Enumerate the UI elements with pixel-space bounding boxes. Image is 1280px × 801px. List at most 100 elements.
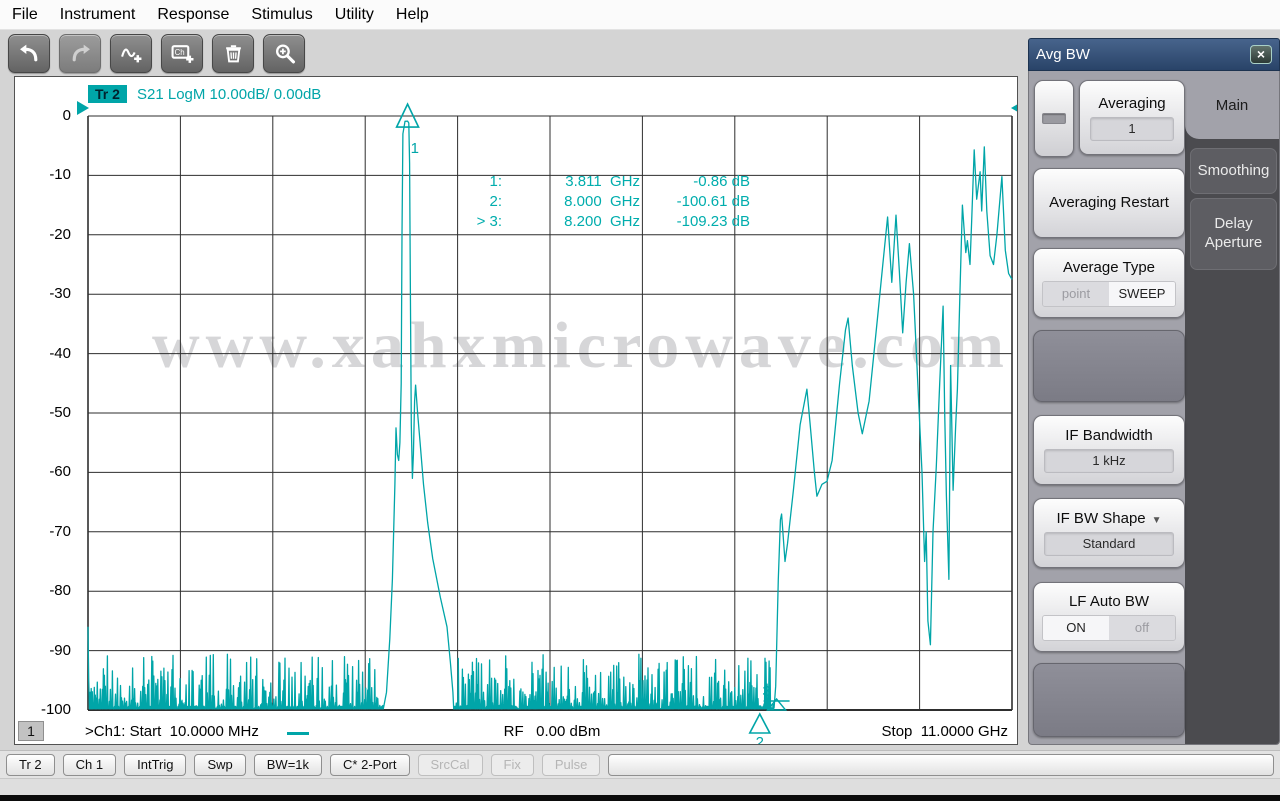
averaging-label: Averaging bbox=[1098, 94, 1166, 112]
chevron-down-icon[interactable]: ▼ bbox=[1152, 515, 1162, 526]
status-button-c-2-port[interactable]: C* 2-Port bbox=[330, 753, 410, 776]
marker-value: -109.23 dB bbox=[676, 213, 750, 230]
redo-icon bbox=[69, 43, 92, 64]
panel-body: Main Smoothing Delay Aperture Averaging … bbox=[1028, 71, 1280, 745]
delete-button[interactable] bbox=[212, 33, 254, 73]
trace-title: S21 LogM 10.00dB/ 0.00dB bbox=[137, 86, 322, 103]
marker-1[interactable]: 1 bbox=[395, 102, 420, 157]
status-button-swp[interactable]: Swp bbox=[194, 753, 246, 776]
status-button-srccal[interactable]: SrcCal bbox=[417, 753, 483, 776]
y-axis-label: -60 bbox=[49, 463, 71, 481]
lf-auto-bw-option-off[interactable]: off bbox=[1109, 616, 1175, 640]
marker-frequency: 8.200 GHz bbox=[564, 213, 640, 230]
menu-instrument[interactable]: Instrument bbox=[60, 6, 136, 24]
add-trace-button[interactable] bbox=[110, 33, 152, 73]
channel-number-badge[interactable]: 1 bbox=[18, 721, 44, 741]
marker-frequency: 8.000 GHz bbox=[564, 193, 640, 210]
average-type-button[interactable]: Average Type point SWEEP bbox=[1033, 248, 1185, 318]
svg-text:3: 3 bbox=[762, 683, 770, 700]
if-bandwidth-label: IF Bandwidth bbox=[1065, 427, 1153, 444]
tab-delay-aperture[interactable]: Delay Aperture bbox=[1190, 198, 1277, 270]
average-type-option-sweep[interactable]: SWEEP bbox=[1109, 282, 1175, 306]
marker-id: 1: bbox=[489, 173, 502, 190]
status-button-tr-2[interactable]: Tr 2 bbox=[6, 753, 55, 776]
redo-button[interactable] bbox=[59, 33, 101, 73]
if-bandwidth-button[interactable]: IF Bandwidth 1 kHz bbox=[1033, 415, 1185, 485]
trace-badge[interactable]: Tr 2 bbox=[88, 85, 127, 103]
lf-auto-bw-button[interactable]: LF Auto BW ON off bbox=[1033, 582, 1185, 652]
blank-softkey-1 bbox=[1033, 330, 1185, 402]
stop-frequency-label[interactable]: Stop 11.0000 GHz bbox=[808, 723, 1008, 740]
averaging-value[interactable]: 1 bbox=[1090, 116, 1174, 141]
panel-header[interactable]: Avg BW × bbox=[1028, 38, 1280, 71]
marker-value: -100.61 dB bbox=[676, 193, 750, 210]
bottom-bar bbox=[0, 795, 1280, 801]
menu-help[interactable]: Help bbox=[396, 6, 429, 24]
if-bw-shape-button[interactable]: IF BW Shape ▼ Standard bbox=[1033, 498, 1185, 568]
if-bw-shape-label: IF BW Shape ▼ bbox=[1056, 510, 1162, 527]
trace-color-legend bbox=[287, 732, 309, 735]
panel-title: Avg BW bbox=[1036, 46, 1090, 63]
marker-frequency: 3.811 GHz bbox=[565, 173, 640, 190]
averaging-led-indicator bbox=[1042, 113, 1066, 124]
averaging-button[interactable]: Averaging 1 bbox=[1079, 80, 1185, 155]
menu-response[interactable]: Response bbox=[157, 6, 229, 24]
trace-plus-icon bbox=[120, 43, 143, 64]
y-axis-label: 0 bbox=[62, 107, 71, 124]
lf-auto-bw-toggle[interactable]: ON off bbox=[1042, 615, 1176, 641]
menu-stimulus[interactable]: Stimulus bbox=[251, 6, 312, 24]
menu-bar: File Instrument Response Stimulus Utility Hel… bbox=[0, 0, 1280, 30]
rf-power-label[interactable]: RF 0.00 dBm bbox=[472, 723, 632, 740]
tab-smoothing[interactable]: Smoothing bbox=[1190, 148, 1277, 194]
tab-main[interactable]: Main bbox=[1185, 71, 1279, 139]
status-bar: Tr 2 Ch 1 IntTrig Swp BW=1k C* 2-Port SrcCal Fi… bbox=[0, 750, 1280, 778]
add-channel-button[interactable]: Ch bbox=[161, 33, 203, 73]
reference-level-markers[interactable] bbox=[77, 101, 1018, 115]
status-button-inttrig[interactable]: IntTrig bbox=[124, 753, 187, 776]
marker-readout-row-2: 2: 8.000 GHz -100.61 dB bbox=[400, 192, 750, 212]
if-bw-shape-value[interactable]: Standard bbox=[1044, 532, 1174, 556]
y-axis-label: -80 bbox=[49, 582, 71, 600]
y-axis-label: -70 bbox=[49, 522, 71, 540]
y-axis-label: -40 bbox=[49, 344, 71, 362]
marker-value: -0.86 dB bbox=[693, 173, 750, 190]
panel-tab-column: Main Smoothing Delay Aperture bbox=[1185, 71, 1279, 744]
channel-plus-icon: Ch bbox=[171, 43, 194, 64]
average-type-toggle[interactable]: point SWEEP bbox=[1042, 281, 1176, 307]
average-type-label: Average Type bbox=[1062, 259, 1155, 276]
lf-auto-bw-label: LF Auto BW bbox=[1068, 593, 1150, 610]
svg-text:1: 1 bbox=[411, 140, 419, 157]
if-bandwidth-value[interactable]: 1 kHz bbox=[1044, 449, 1174, 473]
marker-readout: 1: 3.811 GHz -0.86 dB 2: 8.000 GHz -100.61 dB… bbox=[400, 172, 750, 232]
status-button-fix[interactable]: Fix bbox=[490, 753, 534, 776]
y-axis-label: -50 bbox=[49, 404, 71, 421]
blank-softkey-2 bbox=[1033, 663, 1185, 737]
lf-auto-bw-option-on[interactable]: ON bbox=[1043, 616, 1109, 640]
close-icon[interactable]: × bbox=[1250, 45, 1272, 64]
marker-readout-row-3: > 3: 8.200 GHz -109.23 dB bbox=[400, 212, 750, 232]
status-button-bw-1k[interactable]: BW=1k bbox=[253, 753, 323, 776]
status-strip bbox=[0, 778, 1280, 796]
status-field-empty[interactable] bbox=[608, 753, 1274, 776]
undo-icon bbox=[18, 43, 41, 64]
zoom-button[interactable] bbox=[263, 33, 305, 73]
plot-window: Tr 2 S21 LogM 10.00dB/ 0.00dB 0 -10 -20 -30… bbox=[14, 76, 1018, 745]
averaging-enable-button[interactable] bbox=[1034, 80, 1074, 157]
magnifier-plus-icon bbox=[273, 43, 296, 64]
status-button-ch-1[interactable]: Ch 1 bbox=[62, 753, 117, 776]
svg-text:2: 2 bbox=[756, 734, 764, 745]
trash-icon bbox=[222, 43, 245, 64]
start-frequency-label[interactable]: >Ch1: Start 10.0000 MHz bbox=[85, 723, 259, 740]
averaging-restart-button[interactable]: Averaging Restart bbox=[1033, 168, 1185, 238]
marker-2[interactable]: 2 bbox=[748, 712, 772, 745]
averaging-restart-label: Averaging Restart bbox=[1049, 193, 1169, 211]
menu-utility[interactable]: Utility bbox=[335, 6, 374, 24]
y-axis-label: -10 bbox=[49, 166, 71, 184]
undo-button[interactable] bbox=[8, 33, 50, 73]
average-type-option-point[interactable]: point bbox=[1043, 282, 1109, 306]
y-axis-label: -100 bbox=[40, 701, 71, 718]
menu-file[interactable]: File bbox=[12, 6, 38, 24]
status-button-pulse[interactable]: Pulse bbox=[541, 753, 601, 776]
y-axis-label: -30 bbox=[49, 285, 71, 303]
marker-readout-row-1: 1: 3.811 GHz -0.86 dB bbox=[400, 172, 750, 192]
